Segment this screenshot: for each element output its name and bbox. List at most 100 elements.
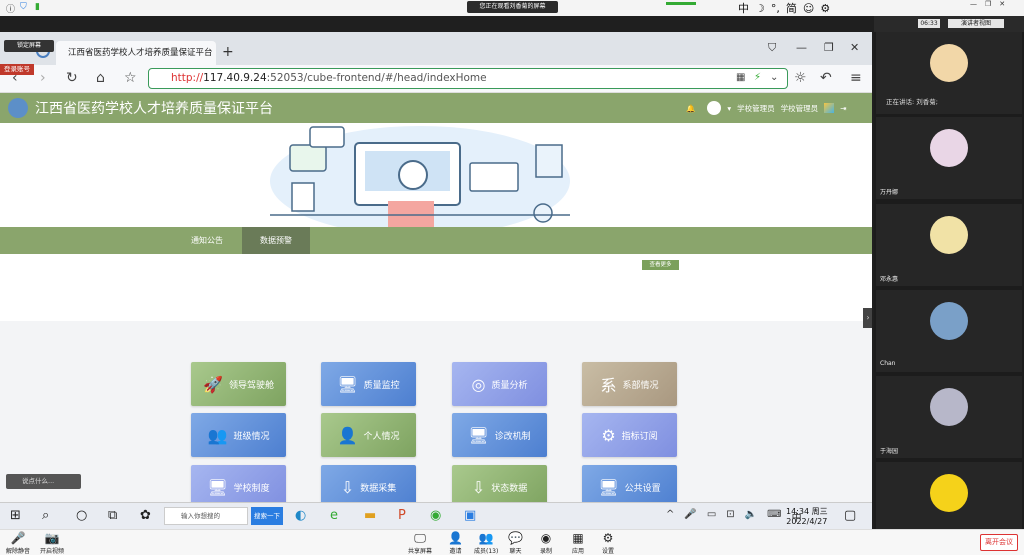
search-icon[interactable]: ⌕	[42, 508, 49, 523]
chevron-up-icon[interactable]: ^	[666, 509, 674, 524]
share-screen-button[interactable]: 🖵 共享屏幕	[408, 530, 432, 555]
module-grid-area	[0, 321, 872, 502]
members-button[interactable]: 👥 成员(13)	[474, 530, 498, 555]
sun-icon[interactable]: ☼	[794, 70, 807, 86]
home-icon[interactable]: ⌂	[96, 70, 105, 86]
logout-icon[interactable]: ⇥	[840, 104, 846, 113]
participant-tile[interactable]: 邓永惠	[876, 204, 1022, 286]
invite-label: 邀请	[449, 548, 462, 555]
moon-icon[interactable]: ☽	[755, 2, 765, 15]
emoji-icon[interactable]: ☺	[803, 2, 814, 15]
windows-start-icon[interactable]: ⊞	[10, 508, 21, 523]
restore-icon[interactable]: ❐	[824, 41, 834, 54]
meeting-app-icon[interactable]: ▣	[464, 508, 476, 523]
folder-icon[interactable]: ▬	[364, 508, 376, 523]
reload-icon[interactable]: ↻	[66, 70, 78, 86]
avatar[interactable]	[707, 101, 722, 115]
avatar	[930, 129, 968, 167]
tab-data-warning[interactable]: 数据预警	[242, 227, 310, 254]
browser-icon[interactable]: e	[330, 508, 338, 523]
punctuation-icon[interactable]: °,	[771, 2, 780, 15]
view-mode-button[interactable]: 演讲者视图	[948, 19, 1004, 28]
restore-icon[interactable]: ❐	[985, 0, 991, 8]
module-tile[interactable]: ⚙ 指标订阅	[582, 413, 677, 457]
meeting-toolbar: 🎤 解除静音 📷 开启视频 🖵 共享屏幕 👤 邀请 👥 成员(13) 💬 聊天 ◉ 录制 ▦ 应…	[0, 529, 1024, 555]
module-tile[interactable]: 🖥 质量监控	[321, 362, 416, 406]
undo-icon[interactable]: ↶	[820, 70, 832, 86]
volume-icon[interactable]: 🔈	[745, 509, 757, 524]
module-tile[interactable]: 🚀 领导驾驶舱	[191, 362, 286, 406]
video-button[interactable]: 📷 开启视频	[40, 530, 64, 555]
login-account-label[interactable]: 登录账号	[0, 64, 34, 75]
battery-icon[interactable]: ▭	[707, 509, 716, 524]
forward-icon[interactable]: ›	[40, 70, 46, 86]
keyboard-icon[interactable]: ⌨	[767, 509, 781, 524]
module-tile[interactable]: 👤 个人情况	[321, 413, 416, 457]
mute-button[interactable]: 🎤 解除静音	[6, 530, 30, 555]
user-role-label[interactable]: 学校管理员	[737, 103, 775, 114]
participant-tile[interactable]: 正在讲话: 刘香菊;	[876, 32, 1022, 114]
audio-level-bar	[666, 2, 696, 5]
record-button[interactable]: ◉ 录制	[540, 530, 552, 555]
qr-icon[interactable]: ▦	[736, 72, 745, 83]
notification-icon[interactable]: ▢	[844, 508, 856, 523]
lock-screen-label[interactable]: 锁定屏幕	[4, 40, 54, 52]
browser-tab[interactable]: 江西省医药学校人才培养质量保证平台	[56, 41, 216, 65]
shirt-icon[interactable]: ⛉	[768, 41, 776, 55]
network-icon[interactable]: ⊡	[726, 509, 734, 524]
module-tile[interactable]: ◎ 质量分析	[452, 362, 547, 406]
wechat-icon[interactable]: ◉	[430, 508, 441, 523]
avatar	[930, 388, 968, 426]
info-icon[interactable]: ⓘ	[6, 2, 15, 15]
menu-icon[interactable]: ≡	[850, 70, 862, 86]
collapse-panel-icon[interactable]: ›	[863, 308, 872, 328]
taskbar-search-button[interactable]: 搜索一下	[251, 507, 283, 525]
module-tile[interactable]: ⇩ 状态数据	[452, 465, 547, 502]
close-icon[interactable]: ✕	[999, 0, 1005, 8]
gear-icon[interactable]: ⚙	[820, 2, 830, 15]
view-more-button[interactable]: 查看更多	[642, 260, 679, 270]
ime-toolbar[interactable]: 中 ☽ °, 简 ☺ ⚙	[738, 0, 830, 16]
chat-button[interactable]: 💬 聊天	[508, 530, 523, 555]
url-input[interactable]: http://117.40.9.24:52053/cube-frontend/#…	[148, 68, 788, 89]
module-tile[interactable]: 👥 班级情况	[191, 413, 286, 457]
invite-button[interactable]: 👤 邀请	[448, 530, 463, 555]
participant-tile[interactable]: 于海园	[876, 376, 1022, 458]
ime-item[interactable]: 中	[738, 0, 749, 16]
taskbar-clock[interactable]: 14:34 周三 2022/4/27	[786, 507, 828, 527]
theme-icon[interactable]	[824, 103, 835, 113]
participant-tile[interactable]	[876, 462, 1022, 529]
app-icon[interactable]: ✿	[140, 508, 151, 523]
chevron-down-icon[interactable]: ⌄	[770, 72, 778, 83]
module-icon: ⚙	[601, 425, 616, 445]
close-icon[interactable]: ✕	[850, 41, 859, 54]
settings-button[interactable]: ⚙ 设置	[602, 530, 614, 555]
new-tab-icon[interactable]: +	[222, 44, 234, 60]
star-icon[interactable]: ☆	[124, 70, 137, 86]
bolt-icon[interactable]: ⚡	[754, 72, 761, 83]
user-name-label[interactable]: 学校管理员	[781, 103, 819, 114]
leave-meeting-button[interactable]: 离开会议	[980, 534, 1018, 551]
minimize-icon[interactable]: —	[796, 41, 807, 54]
powerpoint-icon[interactable]: P	[398, 508, 406, 523]
module-tile[interactable]: 系系部情况	[582, 362, 677, 406]
participant-tile[interactable]: Chan	[876, 290, 1022, 372]
address-row: ‹ › ↻ ⌂ ☆ http://117.40.9.24:52053/cube-…	[0, 65, 872, 93]
tab-notices[interactable]: 通知公告	[176, 227, 238, 254]
chevron-down-icon[interactable]: ▾	[727, 104, 731, 113]
task-view-icon[interactable]: ⧉	[108, 508, 117, 523]
module-tile[interactable]: 🖥 学校制度	[191, 465, 286, 502]
module-tile[interactable]: ⇩ 数据采集	[321, 465, 416, 502]
ime-item[interactable]: 简	[786, 0, 797, 16]
bell-icon[interactable]: 🔔	[686, 104, 695, 113]
cortana-icon[interactable]: ○	[76, 508, 87, 523]
participant-tile[interactable]: 万丹娜	[876, 117, 1022, 199]
taskbar-search-input[interactable]: 输入你想搜的	[164, 507, 248, 525]
module-tile[interactable]: 🖥 公共设置	[582, 465, 677, 502]
minimize-icon[interactable]: —	[970, 0, 977, 8]
chat-input[interactable]: 说点什么...	[6, 474, 81, 489]
module-tile[interactable]: 🖥 诊改机制	[452, 413, 547, 457]
mic-icon[interactable]: 🎤	[684, 509, 696, 524]
edge-icon[interactable]: ◐	[295, 508, 306, 523]
apps-button[interactable]: ▦ 应用	[572, 530, 584, 555]
